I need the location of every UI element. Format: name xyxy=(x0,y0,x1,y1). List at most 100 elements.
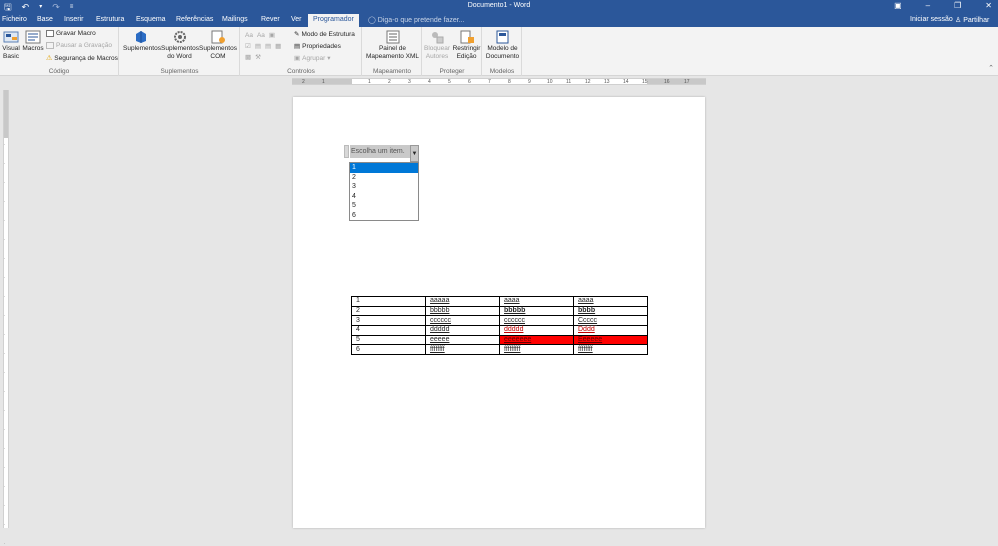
restrict-editing-button[interactable]: Restringir Edição xyxy=(452,30,481,61)
close-icon[interactable]: ✕ xyxy=(985,1,992,10)
ribbon-tabs: Ficheiro Base Inserir Estrutura Esquema … xyxy=(0,14,998,27)
macro-security-button[interactable]: ⚠ Segurança de Macros xyxy=(46,54,118,63)
horizontal-ruler[interactable]: 2 1 1 2 3 4 5 6 7 8 9 10 11 12 13 14 15 … xyxy=(292,78,706,85)
rich-text-control-icon[interactable]: Aa xyxy=(245,32,253,39)
group-codigo: Visual Basic Macros Gravar Macro Pausar … xyxy=(0,27,119,76)
tab-rever[interactable]: Rever xyxy=(261,16,280,23)
table-cell[interactable]: Ccccc xyxy=(573,315,648,327)
table-cell[interactable]: Eeeeee xyxy=(573,334,648,346)
table-cell[interactable]: 1 xyxy=(351,296,426,307)
tab-referencias[interactable]: Referências xyxy=(176,16,213,23)
content-control-handle[interactable] xyxy=(344,145,349,158)
document-table[interactable]: 1 aaaaa aaaa aaaa 2 bbbbb bbbbb bbbb 3 c… xyxy=(351,296,648,356)
vruler-tick: · xyxy=(4,503,6,508)
table-cell[interactable]: 3 xyxy=(351,315,426,327)
vertical-ruler[interactable]: · · · · · · · · · · · · · · · · · · · · · · xyxy=(3,90,9,546)
pause-recording-button[interactable]: Pausar a Gravação xyxy=(46,42,112,49)
dropdown-option[interactable]: 5 xyxy=(350,201,418,211)
table-cell[interactable]: bbbbb xyxy=(425,305,500,317)
legacy-tools-icon[interactable]: ⚒ xyxy=(255,53,261,61)
dropdown-option[interactable]: 6 xyxy=(350,211,418,221)
table-cell[interactable]: 4 xyxy=(351,325,426,336)
tab-inserir[interactable]: Inserir xyxy=(64,16,83,23)
macros-button[interactable]: Macros xyxy=(22,30,44,53)
design-mode-icon: ✎ xyxy=(294,31,300,38)
checkbox-control-icon[interactable]: ☑ xyxy=(245,42,251,50)
tab-mailings[interactable]: Mailings xyxy=(222,16,248,23)
record-macro-label: Gravar Macro xyxy=(56,30,96,37)
xml-mapping-button[interactable]: Painel de Mapeamento XML xyxy=(364,30,421,61)
block-authors-label: Bloquear Autores xyxy=(423,45,451,60)
table-cell[interactable]: eeeeeee xyxy=(499,334,574,346)
table-cell[interactable]: 5 xyxy=(351,334,426,346)
minimize-icon[interactable]: – xyxy=(926,1,930,10)
combobox-control-icon[interactable]: ▤ xyxy=(255,42,261,50)
table-row: 6 ffffffff fffffffff ffffffff xyxy=(351,344,648,356)
ruler-right-margin xyxy=(647,79,706,84)
addins-label: Suplementos xyxy=(123,45,161,52)
record-macro-button[interactable]: Gravar Macro xyxy=(46,30,96,37)
ruler-number: 12 xyxy=(585,79,591,85)
table-cell[interactable]: aaaaa xyxy=(425,296,500,307)
table-cell[interactable]: bbbbb xyxy=(499,305,574,317)
visual-basic-button[interactable]: Visual Basic xyxy=(1,30,21,61)
properties-button[interactable]: ▤ Propriedades xyxy=(294,42,341,51)
table-cell[interactable]: 2 xyxy=(351,305,426,317)
dropdown-option[interactable]: 3 xyxy=(350,182,418,192)
table-cell[interactable]: ddddd xyxy=(425,325,500,336)
properties-label: Propriedades xyxy=(302,42,341,50)
dropdown-option[interactable]: 1 xyxy=(350,163,418,173)
collapse-ribbon-icon[interactable]: ⌃ xyxy=(988,64,994,72)
tab-base[interactable]: Base xyxy=(37,16,53,23)
macros-label: Macros xyxy=(22,45,44,52)
block-authors-button[interactable]: Bloquear Autores xyxy=(423,30,451,61)
tab-ficheiro[interactable]: Ficheiro xyxy=(2,16,27,23)
ruler-number: 16 xyxy=(664,79,670,85)
tab-estrutura[interactable]: Estrutura xyxy=(96,16,124,23)
share-button[interactable]: ♙ Partilhar xyxy=(955,16,989,24)
signin-link[interactable]: Iniciar sessão xyxy=(910,16,953,23)
table-cell[interactable]: cccccc xyxy=(425,315,500,327)
table-cell[interactable]: fffffffff xyxy=(499,344,574,356)
tell-me-search[interactable]: ◯ Diga-o que pretende fazer... xyxy=(368,16,465,24)
plain-text-control-icon[interactable]: Aa xyxy=(257,32,265,39)
content-control-dropdown-arrow[interactable]: ▼ xyxy=(410,145,419,162)
vruler-tick: · xyxy=(4,351,6,356)
dropdown-option[interactable]: 4 xyxy=(350,192,418,202)
table-cell[interactable]: eeeee xyxy=(425,334,500,346)
content-control-placeholder[interactable]: Escolha um item. xyxy=(350,145,410,158)
dropdown-option[interactable]: 2 xyxy=(350,173,418,183)
window-controls: ▣ – ❐ ✕ xyxy=(894,1,992,10)
ribbon-display-icon[interactable]: ▣ xyxy=(894,1,902,10)
table-cell[interactable]: ffffffff xyxy=(573,344,648,356)
chevron-down-icon: ▼ xyxy=(411,151,418,157)
vruler-tick: · xyxy=(4,161,6,166)
dropdown-content-control[interactable]: Escolha um item. xyxy=(344,145,419,158)
table-cell[interactable]: ffffffff xyxy=(425,344,500,356)
addins-button[interactable]: Suplementos xyxy=(123,30,161,53)
word-addins-button[interactable]: Suplementos do Word xyxy=(161,30,199,61)
picture-control-icon[interactable]: ▣ xyxy=(269,31,275,39)
table-cell[interactable]: aaaa xyxy=(499,296,574,307)
table-cell[interactable]: ddddd xyxy=(499,325,574,336)
tab-ver[interactable]: Ver xyxy=(291,16,302,23)
table-cell[interactable]: bbbb xyxy=(573,305,648,317)
group-icon: ▣ xyxy=(294,55,301,62)
dropdown-control-icon[interactable]: ▤ xyxy=(265,42,271,50)
table-cell[interactable]: cccccc xyxy=(499,315,574,327)
table-cell[interactable]: Dddd xyxy=(573,325,648,336)
design-mode-button[interactable]: ✎ Modo de Estrutura xyxy=(294,30,355,39)
tab-programador[interactable]: Programador xyxy=(308,14,359,27)
group-button[interactable]: ▣ Agrupar ▾ xyxy=(294,54,331,63)
table-cell[interactable]: 6 xyxy=(351,344,426,356)
group-mapeamento: Painel de Mapeamento XML Mapeamento xyxy=(363,27,422,76)
vruler-tick: · xyxy=(4,218,6,223)
table-cell[interactable]: aaaa xyxy=(573,296,648,307)
pause-icon xyxy=(46,42,54,49)
document-template-button[interactable]: Modelo de Documento xyxy=(484,30,521,61)
restore-icon[interactable]: ❐ xyxy=(954,1,961,10)
date-control-icon[interactable]: ▦ xyxy=(275,42,281,50)
com-addins-button[interactable]: Suplementos COM xyxy=(199,30,237,61)
tab-esquema[interactable]: Esquema xyxy=(136,16,166,23)
building-block-control-icon[interactable]: ▩ xyxy=(245,53,251,61)
